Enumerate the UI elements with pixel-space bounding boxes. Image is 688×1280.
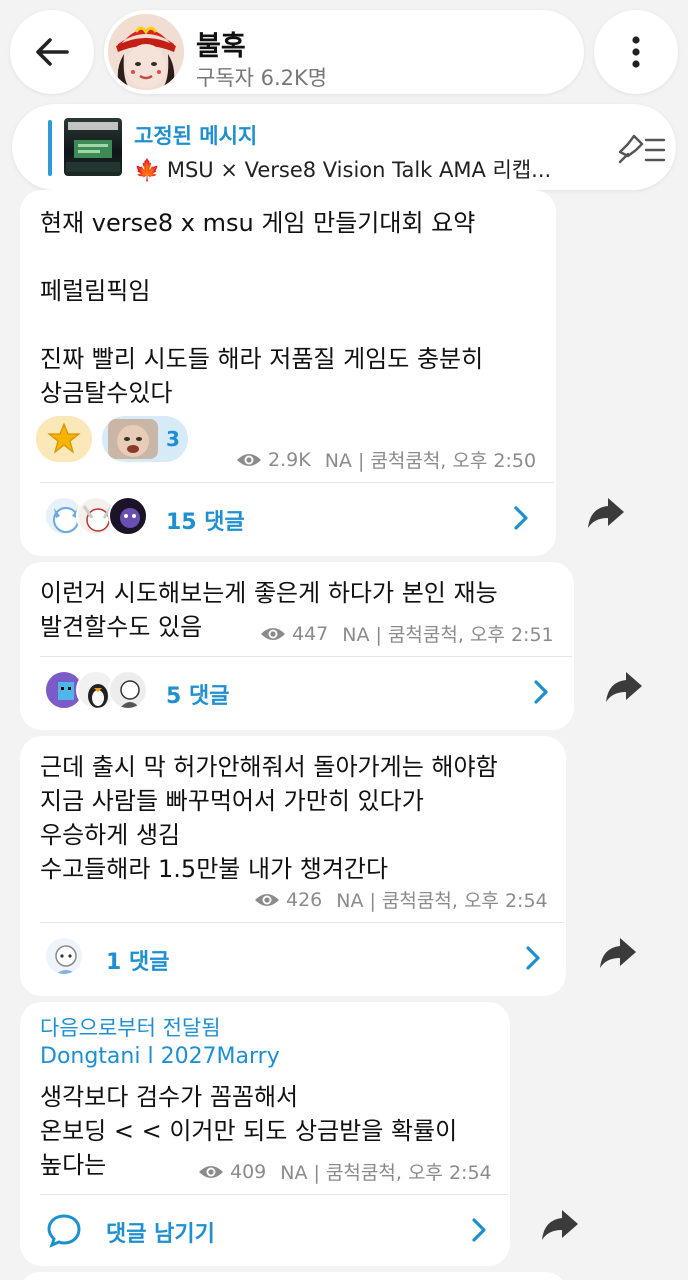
leave-comment-link[interactable]: 댓글 남기기 bbox=[106, 1216, 215, 1248]
subscriber-count: 구독자 6.2K명 bbox=[196, 66, 328, 90]
commenter-avatar bbox=[108, 496, 148, 536]
commenter-avatars bbox=[44, 496, 148, 536]
meta-text: NA | 쿰척쿰척, 오후 2:50 bbox=[324, 450, 537, 472]
share-icon[interactable] bbox=[540, 1208, 580, 1242]
message-bubble[interactable]: 현재 verse8 x msu 게임 만들기대회 요약 페럴림픽임 진짜 빨리 … bbox=[20, 190, 556, 556]
chevron-right-icon[interactable] bbox=[532, 678, 550, 706]
message-bubble[interactable]: 다음으로부터 전달됨 Dongtani l 2027Marry 생각보다 검수가… bbox=[20, 1002, 510, 1266]
message-meta: 426 NA | 쿰척쿰척, 오후 2:54 bbox=[254, 886, 548, 913]
channel-title: 불혹 bbox=[196, 31, 246, 62]
channel-header[interactable]: 불혹 구독자 6.2K명 bbox=[104, 10, 584, 94]
pinned-text: 🍁 MSU × Verse8 Vision Talk AMA 리캡... bbox=[134, 154, 594, 184]
message-bubble[interactable]: 근데 출시 막 허가안해줘서 돌아가게는 해야함 지금 사람들 빠꾸먹어서 가만… bbox=[20, 736, 566, 996]
meta-text: NA | 쿰척쿰척, 오후 2:51 bbox=[342, 624, 554, 646]
reaction-count: 3 bbox=[166, 427, 180, 451]
message-meta: 409 NA | 쿰척쿰척, 오후 2:54 bbox=[198, 1158, 492, 1185]
reaction-face-icon bbox=[108, 419, 158, 459]
divider bbox=[40, 482, 554, 483]
commenter-avatars bbox=[44, 670, 148, 710]
forwarded-source[interactable]: Dongtani l 2027Marry bbox=[40, 1044, 280, 1069]
view-count: 2.9K bbox=[268, 448, 311, 471]
more-menu-button[interactable] bbox=[594, 10, 678, 94]
commenter-avatars bbox=[44, 936, 84, 976]
divider bbox=[40, 656, 572, 657]
reaction-star[interactable] bbox=[36, 416, 92, 462]
pinned-title: 고정된 메시지 bbox=[134, 124, 258, 148]
view-count: 409 bbox=[230, 1160, 267, 1183]
chevron-right-icon[interactable] bbox=[470, 1216, 488, 1244]
divider bbox=[40, 922, 564, 923]
unpin-icon[interactable] bbox=[616, 130, 666, 166]
divider bbox=[40, 1194, 508, 1195]
eye-icon bbox=[237, 453, 261, 466]
chevron-right-icon[interactable] bbox=[524, 944, 542, 972]
commenter-avatar bbox=[108, 670, 148, 710]
share-icon[interactable] bbox=[604, 670, 644, 704]
commenter-avatar bbox=[44, 936, 84, 976]
star-emoji-icon bbox=[47, 422, 81, 454]
eye-icon bbox=[255, 893, 279, 906]
message-text: 근데 출시 막 허가안해줘서 돌아가게는 해야함 지금 사람들 빠꾸먹어서 가만… bbox=[40, 753, 498, 883]
comments-link[interactable]: 5 댓글 bbox=[166, 678, 229, 710]
message-bubble[interactable]: 이런거 시도해보는게 좋은게 하다가 본인 재능 발견할수도 있음 447 NA… bbox=[20, 562, 574, 730]
message-text: 현재 verse8 x msu 게임 만들기대회 요약 페럴림픽임 진짜 빨리 … bbox=[40, 209, 484, 407]
comments-link[interactable]: 1 댓글 bbox=[106, 944, 169, 976]
pinned-indicator bbox=[48, 120, 52, 176]
pinned-text-content: MSU × Verse8 Vision Talk AMA 리캡... bbox=[166, 158, 552, 182]
message-meta: 2.9K NA | 쿰척쿰척, 오후 2:50 bbox=[236, 446, 536, 473]
back-arrow-icon bbox=[36, 38, 69, 66]
back-button[interactable] bbox=[10, 10, 94, 94]
meta-text: NA | 쿰척쿰척, 오후 2:54 bbox=[336, 890, 548, 912]
view-count: 426 bbox=[286, 888, 323, 911]
view-count: 447 bbox=[292, 622, 329, 645]
meta-text: NA | 쿰척쿰척, 오후 2:54 bbox=[280, 1162, 492, 1184]
more-vertical-icon bbox=[632, 36, 640, 68]
pinned-thumbnail bbox=[64, 118, 122, 176]
eye-icon bbox=[199, 1165, 223, 1178]
comment-icon bbox=[47, 1214, 81, 1248]
message-meta: 447 NA | 쿰척쿰척, 오후 2:51 bbox=[260, 620, 554, 647]
maple-leaf-icon: 🍁 bbox=[134, 158, 167, 182]
channel-view: 불혹 구독자 6.2K명 고정된 메시지 🍁 MSU × Verse8 Visi… bbox=[0, 0, 688, 1280]
forwarded-label: 다음으로부터 전달됨 bbox=[40, 1016, 221, 1040]
reaction-face[interactable]: 3 bbox=[102, 416, 188, 462]
eye-icon bbox=[261, 627, 285, 640]
channel-avatar bbox=[108, 14, 184, 90]
share-icon[interactable] bbox=[598, 936, 638, 970]
share-icon[interactable] bbox=[586, 496, 626, 530]
chevron-right-icon[interactable] bbox=[512, 504, 530, 532]
pinned-message-bar[interactable]: 고정된 메시지 🍁 MSU × Verse8 Vision Talk AMA 리… bbox=[12, 104, 676, 190]
message-bubble-next[interactable] bbox=[20, 1272, 566, 1280]
comments-link[interactable]: 15 댓글 bbox=[166, 504, 245, 536]
